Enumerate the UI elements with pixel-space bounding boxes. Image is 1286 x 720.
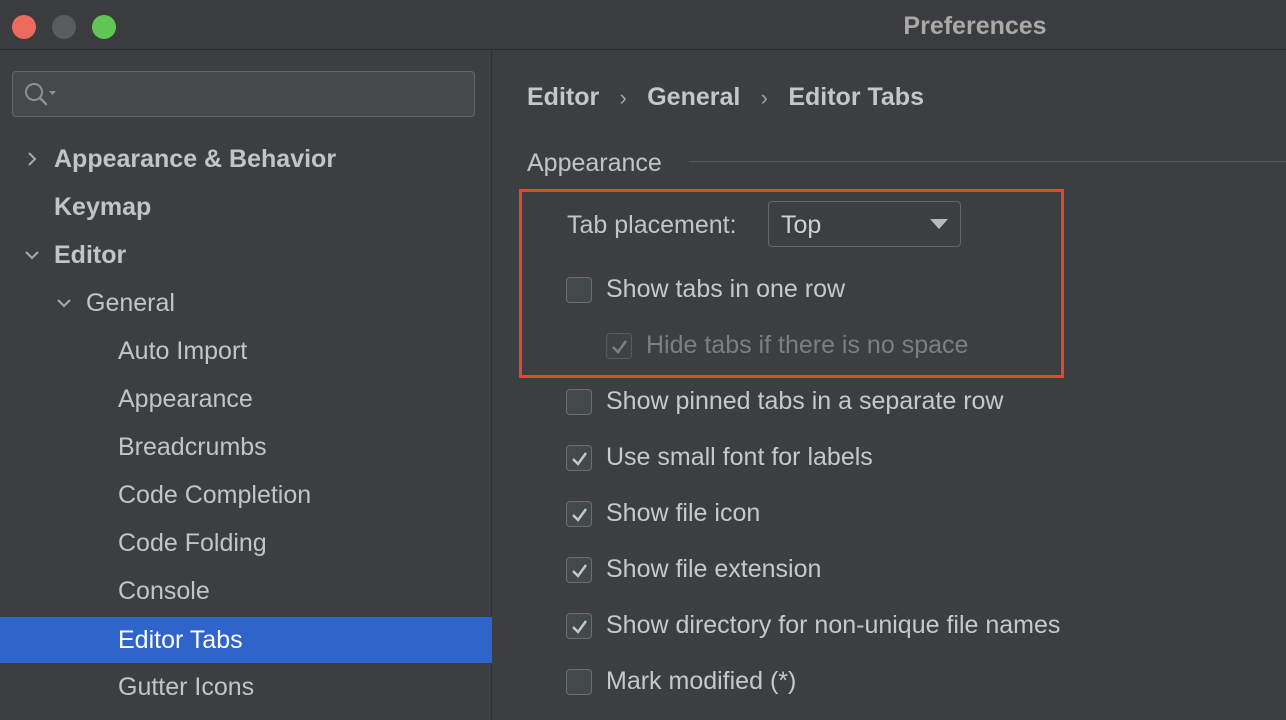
sidebar-item-label: Console (118, 577, 210, 605)
sidebar-item-label: Keymap (54, 193, 152, 221)
sidebar-item-editor[interactable]: Editor (0, 235, 492, 275)
sidebar-item-label: Auto Import (118, 337, 248, 365)
breadcrumb-separator: › (760, 85, 768, 110)
option-label: Mark modified (*) (606, 667, 797, 695)
option-label: Hide tabs if there is no space (646, 331, 969, 359)
breadcrumb-item-editor-tabs: Editor Tabs (788, 83, 924, 111)
sidebar-item-gutter-icons[interactable]: Gutter Icons (0, 667, 492, 707)
title-bar: Preferences (0, 0, 1286, 50)
option-label: Show file extension (606, 555, 822, 583)
breadcrumb: Editor › General › Editor Tabs (527, 77, 924, 117)
sidebar-item-appearance[interactable]: Appearance (0, 379, 492, 419)
checkmark-icon (612, 340, 627, 354)
sidebar-item-label: Code Folding (118, 529, 267, 557)
checkmark-icon (572, 508, 587, 522)
sidebar-item-label: Editor (54, 241, 127, 269)
option-label: Use small font for labels (606, 443, 873, 471)
sidebar-item-label: Editor Tabs (118, 626, 243, 654)
option-label: Show pinned tabs in a separate row (606, 387, 1004, 415)
checkmark-icon (572, 620, 587, 634)
option-label: Show file icon (606, 499, 761, 527)
checkbox[interactable] (566, 277, 592, 303)
window-title: Preferences (903, 12, 1047, 40)
checkbox[interactable] (606, 333, 632, 359)
sidebar-item-code-completion[interactable]: Code Completion (0, 475, 492, 515)
breadcrumb-item-editor[interactable]: Editor (527, 83, 599, 111)
chevron-right-icon[interactable] (22, 149, 42, 169)
sidebar-item-label: Appearance & Behavior (54, 145, 337, 173)
sidebar-item-label: Code Completion (118, 481, 312, 509)
checkbox[interactable] (566, 389, 592, 415)
settings-sidebar: Appearance & Behavior Keymap Editor Gene… (0, 51, 492, 720)
checkmark-icon (572, 452, 587, 466)
chevron-down-icon[interactable] (54, 293, 74, 313)
sidebar-item-console[interactable]: Console (0, 571, 492, 611)
sidebar-item-label: Breadcrumbs (118, 433, 267, 461)
sidebar-item-keymap[interactable]: Keymap (0, 187, 492, 227)
sidebar-item-general[interactable]: General (0, 283, 492, 323)
option-label: Show directory for non-unique file names (606, 611, 1061, 639)
sidebar-item-auto-import[interactable]: Auto Import (0, 331, 492, 371)
breadcrumb-separator: › (619, 85, 627, 110)
sidebar-item-label: Appearance (118, 385, 253, 413)
section-title: Appearance (527, 149, 662, 177)
checkbox[interactable] (566, 445, 592, 471)
checkbox[interactable] (566, 557, 592, 583)
settings-search-input[interactable] (12, 71, 475, 117)
sidebar-item-editor-tabs[interactable]: Editor Tabs (0, 617, 492, 663)
tab-placement-label: Tab placement: (567, 211, 737, 239)
checkmark-icon (572, 564, 587, 578)
minimize-window-button[interactable] (52, 15, 76, 39)
checkbox[interactable] (566, 501, 592, 527)
sidebar-item-appearance-behavior[interactable]: Appearance & Behavior (0, 139, 492, 179)
sidebar-item-breadcrumbs[interactable]: Breadcrumbs (0, 427, 492, 467)
sidebar-item-code-folding[interactable]: Code Folding (0, 523, 492, 563)
option-label: Show tabs in one row (606, 275, 846, 303)
dropdown-selected-value: Top (781, 211, 822, 239)
maximize-window-button[interactable] (92, 15, 116, 39)
close-window-button[interactable] (12, 15, 36, 39)
triangle-down-icon (930, 219, 948, 229)
checkbox[interactable] (566, 669, 592, 695)
section-divider (689, 161, 1286, 162)
sidebar-item-label: Gutter Icons (118, 673, 255, 701)
search-icon (25, 83, 56, 106)
sidebar-item-label: General (86, 289, 175, 317)
tab-placement-dropdown[interactable]: Top (768, 201, 961, 247)
checkbox[interactable] (566, 613, 592, 639)
settings-content: Editor › General › Editor Tabs Appearance Ta… (493, 51, 1286, 720)
breadcrumb-item-general[interactable]: General (647, 83, 740, 111)
chevron-down-icon[interactable] (22, 245, 42, 265)
